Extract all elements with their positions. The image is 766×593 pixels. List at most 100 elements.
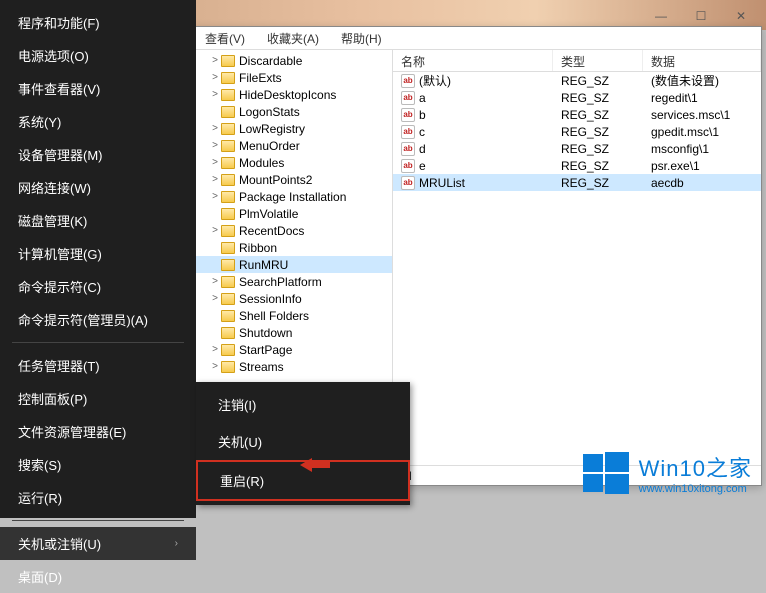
tree-item[interactable]: > Modules <box>193 154 392 171</box>
menu-item[interactable]: 运行(R) <box>0 481 196 514</box>
expand-icon[interactable]: > <box>209 157 221 168</box>
value-name: (默认) <box>419 72 451 89</box>
menu-desktop[interactable]: 桌面(D) <box>0 560 196 593</box>
string-value-icon: ab <box>401 142 415 156</box>
close-button[interactable]: ✕ <box>721 5 761 27</box>
value-row[interactable]: ab(默认)REG_SZ(数值未设置) <box>393 72 761 89</box>
tree-item[interactable]: >LowRegistry <box>193 120 392 137</box>
value-type: REG_SZ <box>553 108 643 122</box>
folder-icon <box>221 293 235 305</box>
tree-item-label: SessionInfo <box>239 292 302 306</box>
submenu-shutdown[interactable]: 关机(U) <box>196 423 410 460</box>
expand-icon[interactable]: > <box>209 276 221 287</box>
menu-view[interactable]: 查看(V) <box>201 28 249 49</box>
tree-item-label: Discardable <box>239 54 302 68</box>
expand-icon[interactable]: > <box>209 225 221 236</box>
menu-item[interactable]: 磁盘管理(K) <box>0 204 196 237</box>
value-row[interactable]: abaREG_SZregedit\1 <box>393 89 761 106</box>
expand-icon[interactable]: > <box>209 89 221 100</box>
tree-item[interactable]: >FileExts <box>193 69 392 86</box>
tree-item[interactable]: > StartPage <box>193 341 392 358</box>
col-type[interactable]: 类型 <box>553 50 643 71</box>
tree-item[interactable]: Shutdown <box>193 324 392 341</box>
menu-item[interactable]: 设备管理器(M) <box>0 138 196 171</box>
menu-item[interactable]: 计算机管理(G) <box>0 237 196 270</box>
tree-item[interactable]: >HideDesktopIcons <box>193 86 392 103</box>
menu-item[interactable]: 命令提示符(C) <box>0 270 196 303</box>
expand-icon[interactable]: > <box>209 55 221 66</box>
value-row[interactable]: abMRUListREG_SZaecdb <box>393 174 761 191</box>
tree-item-label: MountPoints2 <box>239 173 312 187</box>
tree-item[interactable]: Ribbon <box>193 239 392 256</box>
tree-item[interactable]: >MenuOrder <box>193 137 392 154</box>
tree-item-label: RunMRU <box>239 258 288 272</box>
string-value-icon: ab <box>401 125 415 139</box>
expand-icon[interactable]: > <box>209 174 221 185</box>
menu-item[interactable]: 搜索(S) <box>0 448 196 481</box>
value-data: regedit\1 <box>643 91 761 105</box>
value-name: e <box>419 159 426 173</box>
value-list-pane[interactable]: 名称 类型 数据 ab(默认)REG_SZ(数值未设置)abaREG_SZreg… <box>393 50 761 465</box>
expand-icon[interactable]: > <box>209 72 221 83</box>
folder-icon <box>221 242 235 254</box>
value-name: d <box>419 142 426 156</box>
expand-icon[interactable]: > <box>209 293 221 304</box>
col-name[interactable]: 名称 <box>393 50 553 71</box>
expand-icon[interactable]: > <box>209 344 221 355</box>
value-row[interactable]: abdREG_SZmsconfig\1 <box>393 140 761 157</box>
menu-item[interactable]: 文件资源管理器(E) <box>0 415 196 448</box>
tree-item-label: Modules <box>239 156 284 170</box>
menu-item[interactable]: 网络连接(W) <box>0 171 196 204</box>
expand-icon[interactable]: > <box>209 123 221 134</box>
menu-item[interactable]: 事件查看器(V) <box>0 72 196 105</box>
submenu-signout[interactable]: 注销(I) <box>196 386 410 423</box>
folder-icon <box>221 174 235 186</box>
menu-shutdown-or-signout[interactable]: 关机或注销(U) › <box>0 527 196 560</box>
menu-item[interactable]: 命令提示符(管理员)(A) <box>0 303 196 336</box>
watermark-url: www.win10xitong.com <box>639 483 752 495</box>
tree-item[interactable]: >RecentDocs <box>193 222 392 239</box>
tree-item[interactable]: >Package Installation <box>193 188 392 205</box>
watermark: Win10之家 www.win10xitong.com <box>583 450 752 496</box>
tree-item[interactable]: > SessionInfo <box>193 290 392 307</box>
menu-favorites[interactable]: 收藏夹(A) <box>263 28 323 49</box>
tree-item[interactable]: >Streams <box>193 358 392 375</box>
col-data[interactable]: 数据 <box>643 50 761 71</box>
tree-item[interactable]: RunMRU <box>193 256 392 273</box>
expand-icon[interactable]: > <box>209 361 221 372</box>
value-row[interactable]: abbREG_SZservices.msc\1 <box>393 106 761 123</box>
value-type: REG_SZ <box>553 125 643 139</box>
value-name: MRUList <box>419 176 465 190</box>
folder-icon <box>221 123 235 135</box>
menu-divider <box>12 342 184 343</box>
tree-item[interactable]: PlmVolatile <box>193 205 392 222</box>
menu-item[interactable]: 电源选项(O) <box>0 39 196 72</box>
expand-icon[interactable]: > <box>209 140 221 151</box>
value-row[interactable]: abcREG_SZgpedit.msc\1 <box>393 123 761 140</box>
value-type: REG_SZ <box>553 74 643 88</box>
value-name: b <box>419 108 426 122</box>
tree-item-label: StartPage <box>239 343 292 357</box>
menu-item[interactable]: 程序和功能(F) <box>0 6 196 39</box>
tree-item[interactable]: > Discardable <box>193 52 392 69</box>
tree-item[interactable]: LogonStats <box>193 103 392 120</box>
menu-item[interactable]: 系统(Y) <box>0 105 196 138</box>
menu-item[interactable]: 任务管理器(T) <box>0 349 196 382</box>
tree-item-label: LogonStats <box>239 105 300 119</box>
tree-item[interactable]: Shell Folders <box>193 307 392 324</box>
folder-icon <box>221 55 235 67</box>
value-row[interactable]: abeREG_SZpsr.exe\1 <box>393 157 761 174</box>
expand-icon[interactable]: > <box>209 191 221 202</box>
tree-item-label: Shell Folders <box>239 309 309 323</box>
menu-help[interactable]: 帮助(H) <box>337 28 386 49</box>
tree-item[interactable]: > MountPoints2 <box>193 171 392 188</box>
value-data: psr.exe\1 <box>643 159 761 173</box>
folder-icon <box>221 140 235 152</box>
menu-item[interactable]: 控制面板(P) <box>0 382 196 415</box>
string-value-icon: ab <box>401 159 415 173</box>
minimize-button[interactable]: — <box>641 5 681 27</box>
folder-icon <box>221 276 235 288</box>
tree-item[interactable]: >SearchPlatform <box>193 273 392 290</box>
chevron-right-icon: › <box>175 538 178 549</box>
maximize-button[interactable]: ☐ <box>681 5 721 27</box>
